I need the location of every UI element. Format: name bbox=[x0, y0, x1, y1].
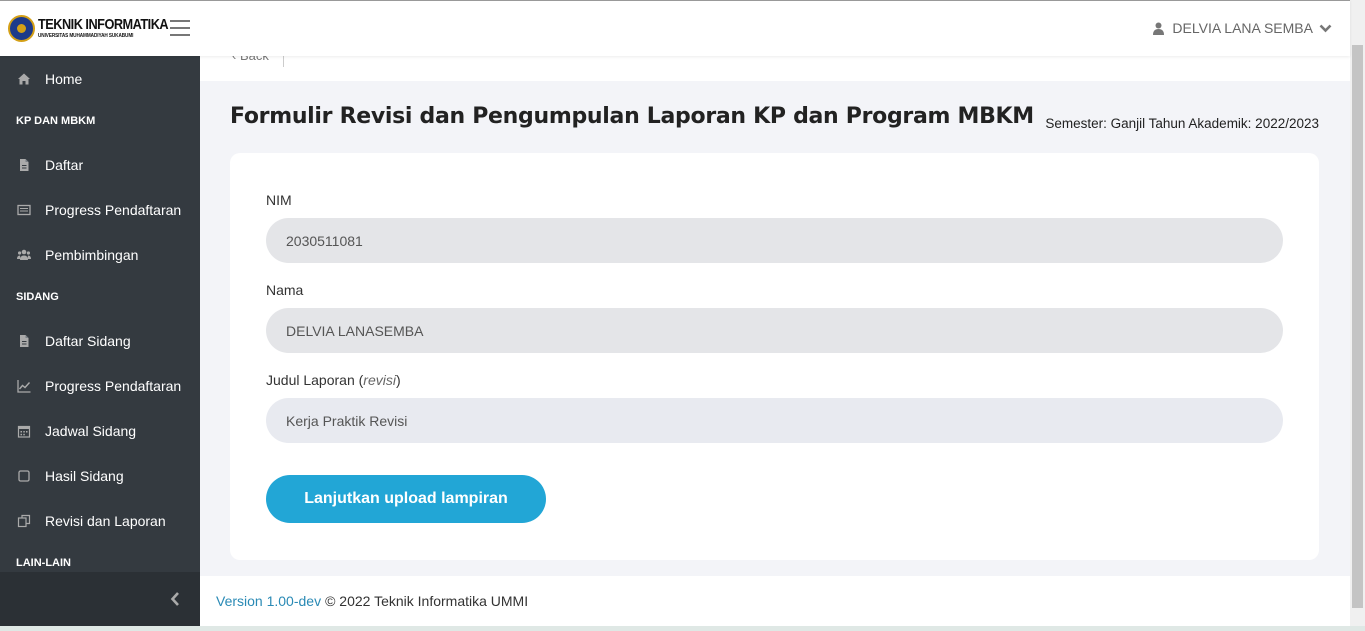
back-tab[interactable]: ‹ Back bbox=[200, 48, 1350, 81]
file-icon bbox=[20, 335, 29, 347]
sidebar-item-daftar[interactable]: Daftar bbox=[0, 145, 200, 185]
main-content: ‹ Back Formulir Revisi dan Pengumpulan L… bbox=[200, 48, 1350, 576]
lanjutkan-upload-lampiran-button[interactable]: Lanjutkan upload lampiran bbox=[266, 475, 546, 523]
version-link[interactable]: Version 1.00-dev bbox=[216, 593, 321, 609]
footer: Version 1.00-dev © 2022 Teknik Informati… bbox=[200, 576, 1350, 626]
file-icon bbox=[20, 159, 29, 171]
page-scrollbar[interactable] bbox=[1350, 0, 1365, 631]
judul-laporan-input[interactable]: Kerja Praktik Revisi bbox=[266, 398, 1283, 443]
calendar-icon bbox=[17, 425, 31, 438]
sidebar-section-kp-mbkm: KP DAN MBKM bbox=[16, 115, 96, 127]
revision-form-card: NIM 2030511081 Nama DELVIA LANASEMBA Jud… bbox=[230, 153, 1319, 560]
chevron-left-icon bbox=[170, 592, 179, 606]
home-icon bbox=[18, 73, 30, 85]
chevron-down-icon bbox=[1319, 24, 1332, 32]
sidebar-section-lain-lain: LAIN-LAIN bbox=[16, 557, 71, 569]
logo[interactable]: TEKNIK INFORMATIKA UNIVERSITAS MUHAMMADI… bbox=[8, 15, 191, 42]
sidebar-collapse-button[interactable] bbox=[0, 572, 200, 626]
square-icon bbox=[18, 470, 30, 482]
hamburger-menu-icon[interactable] bbox=[170, 20, 190, 36]
sidebar-item-jadwal-sidang[interactable]: Jadwal Sidang bbox=[0, 411, 200, 451]
nama-field: DELVIA LANASEMBA bbox=[266, 308, 1283, 353]
university-seal-icon bbox=[8, 15, 35, 42]
sidebar-item-home[interactable]: Home bbox=[0, 59, 200, 99]
sidebar: Home KP DAN MBKM Daftar Progress Pendaft… bbox=[0, 56, 200, 626]
users-icon bbox=[17, 249, 31, 260]
nim-field: 2030511081 bbox=[266, 218, 1283, 263]
logo-title: TEKNIK INFORMATIKA bbox=[38, 16, 169, 34]
user-menu[interactable]: DELVIA LANA SEMBA bbox=[1153, 20, 1332, 36]
top-navbar: TEKNIK INFORMATIKA UNIVERSITAS MUHAMMADI… bbox=[0, 0, 1350, 56]
sidebar-item-revisi-dan-laporan[interactable]: Revisi dan Laporan bbox=[0, 501, 200, 541]
bottom-strip bbox=[0, 626, 1365, 631]
judul-laporan-label: Judul Laporan (revisi) bbox=[266, 372, 401, 388]
sidebar-item-progress-pendaftaran[interactable]: Progress Pendaftaran bbox=[0, 190, 200, 230]
nim-label: NIM bbox=[266, 192, 292, 208]
nama-label: Nama bbox=[266, 282, 304, 298]
line-chart-icon bbox=[17, 380, 31, 393]
scrollbar-thumb[interactable] bbox=[1352, 45, 1363, 608]
copy-icon bbox=[17, 514, 31, 528]
sidebar-item-hasil-sidang[interactable]: Hasil Sidang bbox=[0, 456, 200, 496]
sidebar-item-progress-pendaftaran-sidang[interactable]: Progress Pendaftaran bbox=[0, 366, 200, 406]
user-icon bbox=[1153, 22, 1165, 35]
user-name: DELVIA LANA SEMBA bbox=[1172, 20, 1313, 36]
sidebar-section-sidang: SIDANG bbox=[16, 291, 59, 303]
sidebar-item-daftar-sidang[interactable]: Daftar Sidang bbox=[0, 321, 200, 361]
list-alt-icon bbox=[17, 204, 31, 216]
copyright-text: © 2022 Teknik Informatika UMMI bbox=[325, 593, 529, 609]
sidebar-item-pembimbingan[interactable]: Pembimbingan bbox=[0, 235, 200, 275]
page-title: Formulir Revisi dan Pengumpulan Laporan … bbox=[230, 104, 1034, 129]
semester-info: Semester: Ganjil Tahun Akademik: 2022/20… bbox=[1045, 116, 1319, 131]
logo-subtitle: UNIVERSITAS MUHAMMADIYAH SUKABUMI bbox=[38, 33, 134, 40]
